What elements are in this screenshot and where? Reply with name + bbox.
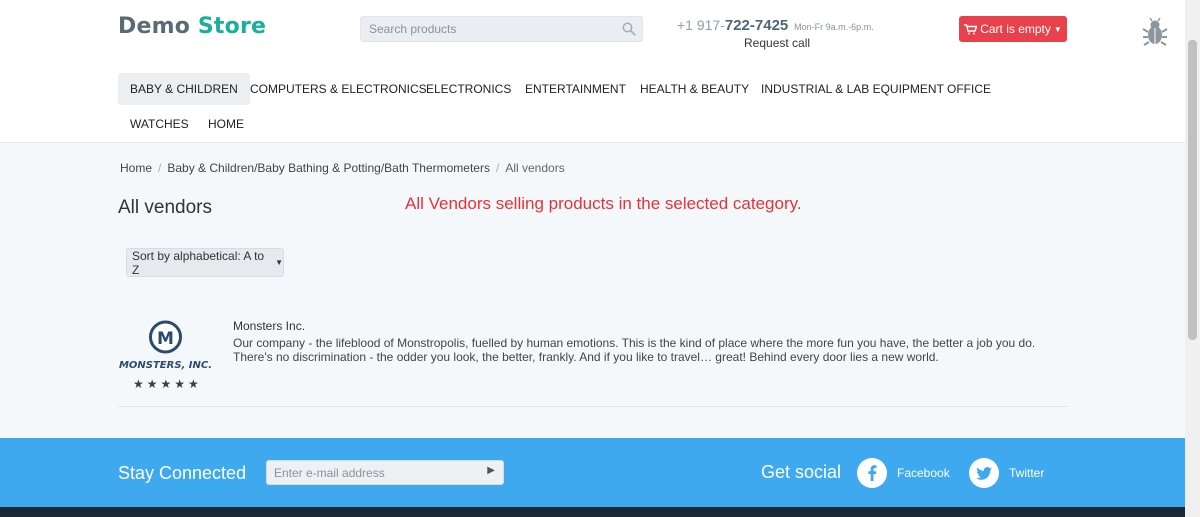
nav-item-electronics[interactable]: Electronics: [414, 73, 523, 105]
search-input[interactable]: [361, 17, 601, 41]
vendor-description: Our company - the lifeblood of Monstropo…: [233, 336, 1036, 364]
svg-text:MONSTERS, INC.: MONSTERS, INC.: [119, 360, 212, 371]
cart-icon: [964, 23, 978, 34]
breadcrumb-separator: /: [158, 161, 162, 175]
scrollbar-thumb[interactable]: [1188, 40, 1197, 340]
vendor-name[interactable]: Monsters Inc.: [233, 319, 305, 333]
phone-main: 722-7425: [724, 17, 789, 34]
submit-arrow-icon[interactable]: ▶: [487, 465, 495, 476]
nav-item-industrial-lab[interactable]: Industrial & Lab Equipment: [749, 73, 956, 105]
nav-item-computers-electronics[interactable]: Computers & Electronics: [238, 73, 439, 105]
sort-dropdown[interactable]: Sort by alphabetical: A to Z ▼: [126, 248, 284, 277]
get-social-heading: Get social: [761, 462, 842, 482]
vendor-rating: ★★★★★: [133, 377, 202, 391]
cart-button[interactable]: Cart is empty ▼: [959, 16, 1067, 42]
breadcrumb-home[interactable]: Home: [120, 161, 152, 175]
nav-item-baby-children[interactable]: Baby & Children: [118, 73, 250, 105]
twitter-link[interactable]: Twitter: [1009, 466, 1044, 480]
chevron-down-icon: ▼: [275, 258, 283, 267]
chevron-down-icon: ▼: [1053, 24, 1062, 34]
page-title: All vendors: [118, 197, 212, 218]
stay-connected-heading: Stay Connected: [118, 463, 247, 483]
store-logo[interactable]: Demo Store: [118, 14, 266, 39]
twitter-glyph: [976, 466, 992, 480]
category-notice: All Vendors selling products in the sele…: [405, 194, 802, 213]
email-field[interactable]: [267, 461, 467, 484]
breadcrumb-separator: /: [495, 161, 500, 175]
page-scrollbar[interactable]: [1185, 0, 1200, 517]
facebook-link[interactable]: Facebook: [897, 466, 950, 480]
phone-hours: Mon-Fr 9a.m.-6p.m.: [794, 22, 874, 32]
logo-text-demo: Demo: [118, 14, 191, 39]
nav-item-entertainment[interactable]: Entertainment: [513, 73, 638, 105]
search-box: [360, 16, 643, 42]
vendor-list-item: M MONSTERS, INC. ★★★★★ Monsters Inc. Our…: [118, 313, 1068, 407]
vendor-logo[interactable]: M MONSTERS, INC.: [118, 317, 213, 375]
phone-prefix: +1 917-: [677, 17, 725, 33]
search-icon[interactable]: [622, 22, 636, 36]
breadcrumb-category[interactable]: Baby & Children/Baby Bathing & Potting/B…: [167, 161, 490, 175]
twitter-icon[interactable]: [969, 458, 999, 488]
site-header: Demo Store +1 917-722-7425 Mon-Fr 9a.m.-…: [0, 0, 1185, 143]
nav-item-health-beauty[interactable]: Health & Beauty: [628, 73, 761, 105]
sort-label: Sort by alphabetical: A to Z: [132, 248, 265, 277]
facebook-glyph: [868, 465, 877, 481]
nav-item-home[interactable]: Home: [196, 108, 256, 140]
bug-icon[interactable]: [1142, 18, 1168, 46]
breadcrumb-current: All vendors: [505, 161, 565, 175]
nav-item-office[interactable]: Office: [935, 73, 1003, 105]
phone-number: +1 917-722-7425 Mon-Fr 9a.m.-6p.m.: [677, 17, 874, 34]
newsletter-form: ▶: [266, 460, 504, 485]
cart-label: Cart is empty: [980, 22, 1051, 36]
footer-bottom-bar: [0, 507, 1185, 517]
svg-text:M: M: [157, 329, 174, 349]
facebook-icon[interactable]: [857, 458, 887, 488]
nav-item-watches[interactable]: Watches: [118, 108, 201, 140]
logo-text-store: Store: [197, 14, 267, 39]
breadcrumb: Home / Baby & Children/Baby Bathing & Pott…: [120, 161, 565, 175]
request-call-link[interactable]: Request call: [744, 36, 810, 50]
